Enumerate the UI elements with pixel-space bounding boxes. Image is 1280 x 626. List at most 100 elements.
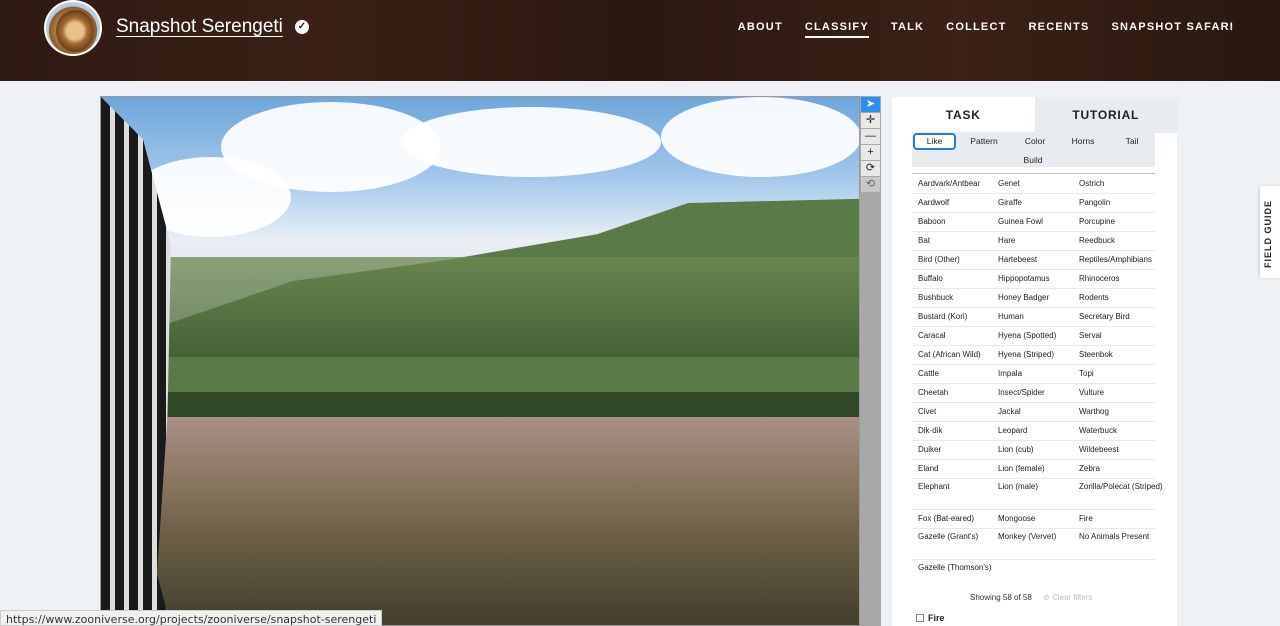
row-divider [912,509,1155,510]
field-guide-tab[interactable]: FIELD GUIDE [1260,186,1280,278]
zoom-in-icon[interactable]: + [861,145,880,160]
species-option[interactable]: Leopard [998,424,1074,437]
species-option[interactable]: Bustard (Kori) [918,310,994,323]
species-option[interactable]: No Animals Present [1079,530,1169,543]
species-option[interactable]: Mongoose [998,512,1074,525]
nav-classify[interactable]: CLASSIFY [804,21,869,38]
project-avatar[interactable] [44,0,102,56]
species-option[interactable]: Serval [1079,329,1169,342]
row-divider [912,421,1155,422]
species-option[interactable]: Lion (cub) [998,443,1074,456]
tab-task[interactable]: TASK [892,97,1035,133]
filter-color[interactable]: Color [1018,136,1052,146]
species-option[interactable]: Baboon [918,215,994,228]
subject-image[interactable] [100,96,860,626]
filter-build[interactable]: Build [1016,155,1050,165]
fire-checkbox[interactable]: Fire [916,613,945,623]
species-option[interactable]: Hyena (Spotted) [998,329,1074,342]
nav-collect[interactable]: COLLECT [946,21,1006,38]
species-option[interactable]: Secretary Bird [1079,310,1169,323]
species-option[interactable]: Monkey (Vervet) [998,530,1074,543]
project-title-link[interactable]: Snapshot Serengeti [116,16,283,38]
species-option[interactable]: Civet [918,405,994,418]
row-divider [912,440,1155,441]
viewer-toolbar: ➤ ✛ — + ⟳ ⟲ [860,96,881,626]
row-divider [912,383,1155,384]
species-option[interactable]: Aardwolf [918,196,994,209]
move-icon[interactable]: ✛ [861,113,880,128]
row-divider [912,193,1155,194]
row-divider [912,326,1155,327]
nav-snapshot-safari[interactable]: SNAPSHOT SAFARI [1111,21,1234,38]
nav-talk[interactable]: TALK [891,21,924,38]
species-option[interactable]: Rhinoceros [1079,272,1169,285]
species-option[interactable]: Bat [918,234,994,247]
species-option[interactable]: Impala [998,367,1074,380]
species-option[interactable]: Dik-dik [918,424,994,437]
species-option[interactable]: Bird (Other) [918,253,994,266]
filter-horns[interactable]: Horns [1066,136,1100,146]
species-option[interactable]: Elephant [918,480,994,493]
grass-field [101,417,859,625]
species-option[interactable]: Vulture [1079,386,1169,399]
species-option[interactable]: Hartebeest [998,253,1074,266]
species-option[interactable]: Eland [918,462,994,475]
species-option[interactable]: Reedbuck [1079,234,1169,247]
species-option[interactable]: Duiker [918,443,994,456]
row-divider [912,345,1155,346]
species-option[interactable]: Honey Badger [998,291,1074,304]
species-option[interactable]: Zebra [1079,462,1169,475]
species-option[interactable]: Buffalo [918,272,994,285]
tab-tutorial[interactable]: TUTORIAL [1034,97,1177,133]
row-divider [912,212,1155,213]
species-option[interactable]: Lion (male) [998,480,1074,493]
clear-filters-button[interactable]: ⊘ Clear filters [1043,593,1092,602]
filter-like[interactable]: Like [913,133,956,150]
species-option[interactable]: Steenbok [1079,348,1169,361]
filter-pattern[interactable]: Pattern [964,136,1004,146]
field-guide-label: FIELD GUIDE [1263,199,1273,268]
nav-about[interactable]: ABOUT [738,21,783,38]
verified-check-icon: ✓ [295,20,309,34]
species-option[interactable]: Lion (female) [998,462,1074,475]
species-option[interactable]: Reptiles/Amphibians [1079,253,1169,266]
species-option[interactable]: Human [998,310,1074,323]
nav-recents[interactable]: RECENTS [1029,21,1090,38]
showing-count: Showing 58 of 58 [970,593,1032,602]
species-option[interactable]: Insect/Spider [998,386,1074,399]
species-option[interactable]: Porcupine [1079,215,1169,228]
species-option[interactable]: Waterbuck [1079,424,1169,437]
row-divider [912,250,1155,251]
species-option[interactable]: Caracal [918,329,994,342]
row-divider [912,269,1155,270]
species-option[interactable]: Giraffe [998,196,1074,209]
species-option[interactable]: Gazelle (Grant's) [918,530,994,543]
species-option[interactable]: Gazelle (Thomson's) [918,561,994,574]
species-option[interactable]: Cattle [918,367,994,380]
species-option[interactable]: Cheetah [918,386,994,399]
rotate-icon[interactable]: ⟳ [861,161,880,176]
species-option[interactable]: Bushbuck [918,291,994,304]
species-option[interactable]: Guinea Fowl [998,215,1074,228]
species-option[interactable]: Jackal [998,405,1074,418]
species-option[interactable]: Rodents [1079,291,1169,304]
filter-tail[interactable]: Tail [1117,136,1147,146]
species-option[interactable]: Hare [998,234,1074,247]
species-option[interactable]: Fire [1079,512,1169,525]
species-option[interactable]: Ostrich [1079,177,1169,190]
species-option[interactable]: Hyena (Striped) [998,348,1074,361]
lion-image [56,10,94,52]
species-option[interactable]: Cat (African Wild) [918,348,994,361]
zoom-out-icon[interactable]: — [861,129,880,144]
species-option[interactable]: Wildebeest [1079,443,1169,456]
species-option[interactable]: Genet [998,177,1074,190]
species-option[interactable]: Hippopotamus [998,272,1074,285]
species-option[interactable]: Topi [1079,367,1169,380]
species-option[interactable]: Zorilla/Polecat (Striped) [1079,480,1169,493]
species-option[interactable]: Fox (Bat-eared) [918,512,994,525]
species-option[interactable]: Aardvark/Antbear [918,177,994,190]
pointer-icon[interactable]: ➤ [861,97,880,112]
species-option[interactable]: Warthog [1079,405,1169,418]
species-option[interactable]: Pangolin [1079,196,1169,209]
reset-icon[interactable]: ⟲ [861,177,880,192]
